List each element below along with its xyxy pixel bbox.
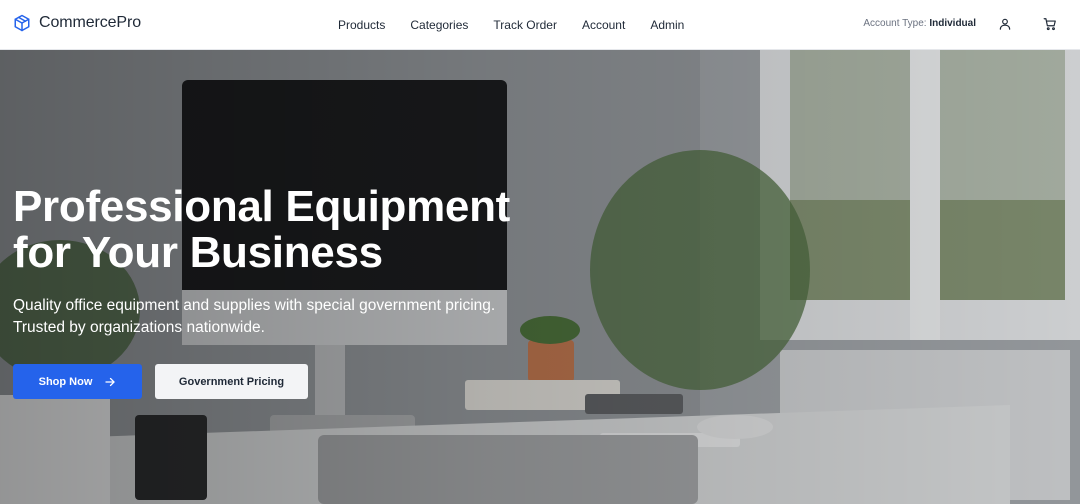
arrow-right-icon <box>105 377 116 386</box>
hero-subtext-line2: Trusted by organizations nationwide. <box>13 319 265 336</box>
package-icon <box>14 14 30 32</box>
account-type: Account Type: Individual <box>863 18 976 29</box>
government-pricing-button[interactable]: Government Pricing <box>155 364 308 399</box>
main-nav: Products Categories Track Order Account … <box>338 0 684 50</box>
hero-overlay <box>0 50 1080 504</box>
user-icon <box>999 18 1011 30</box>
brand-logo[interactable]: CommercePro <box>13 13 141 33</box>
top-navbar: CommercePro Products Categories Track Or… <box>0 0 1080 50</box>
brand-name: CommercePro <box>39 14 142 31</box>
nav-categories[interactable]: Categories <box>410 18 468 32</box>
account-type-value: Individual <box>929 18 976 29</box>
shop-now-label: Shop Now <box>38 375 93 388</box>
hero-subtext-line1: Quality office equipment and supplies wi… <box>13 297 496 314</box>
nav-admin[interactable]: Admin <box>650 18 684 32</box>
nav-track-order[interactable]: Track Order <box>493 18 557 32</box>
cart-button[interactable] <box>1042 16 1058 32</box>
government-pricing-label: Government Pricing <box>178 375 285 388</box>
account-type-label: Account Type: <box>863 18 927 29</box>
cart-icon <box>1043 18 1056 31</box>
nav-products[interactable]: Products <box>338 18 385 32</box>
hero-headline: Professional Equipment for Your Business <box>13 184 613 276</box>
hero-section: Professional Equipment for Your Business… <box>0 50 1080 504</box>
hero-subtext: Quality office equipment and supplies wi… <box>13 295 573 339</box>
shop-now-button[interactable]: Shop Now <box>13 364 142 399</box>
nav-account[interactable]: Account <box>582 18 625 32</box>
user-button[interactable] <box>997 16 1013 32</box>
hero-headline-line1: Professional Equipment <box>13 182 511 231</box>
hero-headline-line2: for Your Business <box>13 228 383 277</box>
